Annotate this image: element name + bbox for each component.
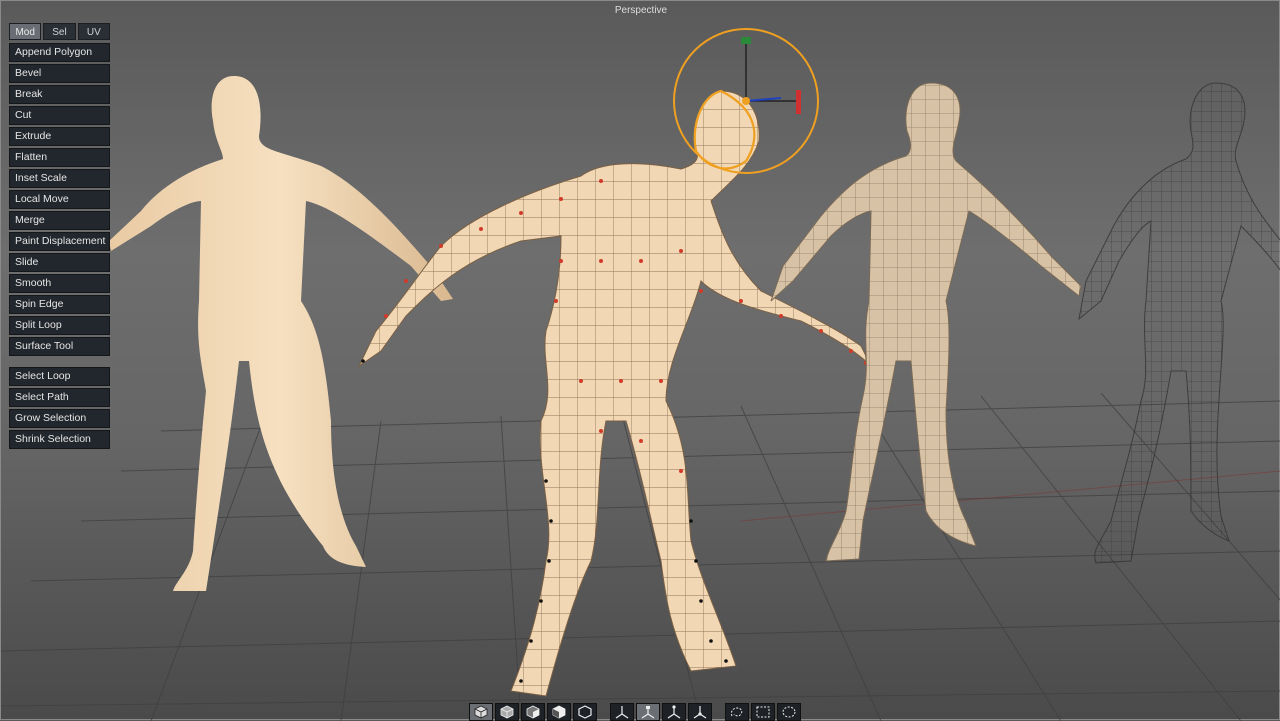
- split-loop-button[interactable]: Split Loop: [9, 316, 110, 335]
- merge-button[interactable]: Merge: [9, 211, 110, 230]
- tab-uv[interactable]: UV: [77, 23, 110, 40]
- tool-panel: Mod Sel UV Append Polygon Bevel Break Cu…: [9, 23, 110, 451]
- paint-displacement-button[interactable]: Paint Displacement: [9, 232, 110, 251]
- mode-tabs: Mod Sel UV: [9, 23, 110, 40]
- append-polygon-button[interactable]: Append Polygon: [9, 43, 110, 62]
- transform-mode-group: [610, 703, 712, 721]
- cut-button[interactable]: Cut: [9, 106, 110, 125]
- mesh-figure-selected: [357, 89, 872, 697]
- wireframe-figure: [1078, 82, 1280, 564]
- select-mode-group: [725, 703, 801, 721]
- extrude-button[interactable]: Extrude: [9, 127, 110, 146]
- move-gizmo-icon[interactable]: [610, 703, 634, 721]
- flat-cube-icon[interactable]: [547, 703, 571, 721]
- break-button[interactable]: Break: [9, 85, 110, 104]
- grow-selection-button[interactable]: Grow Selection: [9, 409, 110, 428]
- local-move-button[interactable]: Local Move: [9, 190, 110, 209]
- tab-sel[interactable]: Sel: [43, 23, 76, 40]
- rect-select-icon[interactable]: [751, 703, 775, 721]
- outline-cube-icon[interactable]: [573, 703, 597, 721]
- surface-tool-button[interactable]: Surface Tool: [9, 337, 110, 356]
- flatten-button[interactable]: Flatten: [9, 148, 110, 167]
- shading-mode-group: [469, 703, 597, 721]
- rotate-gizmo-icon[interactable]: [636, 703, 660, 721]
- lasso-select-icon[interactable]: [725, 703, 749, 721]
- scene-models: [109, 28, 1280, 697]
- circle-select-icon[interactable]: [777, 703, 801, 721]
- select-loop-button[interactable]: Select Loop: [9, 367, 110, 386]
- bottom-toolbar: [469, 703, 811, 721]
- inset-scale-button[interactable]: Inset Scale: [9, 169, 110, 188]
- slide-button[interactable]: Slide: [9, 253, 110, 272]
- universal-gizmo-icon[interactable]: [688, 703, 712, 721]
- half-shaded-cube-icon[interactable]: [521, 703, 545, 721]
- smooth-button[interactable]: Smooth: [9, 274, 110, 293]
- smooth-figure: [109, 76, 453, 591]
- wire-cube-icon[interactable]: [495, 703, 519, 721]
- bevel-button[interactable]: Bevel: [9, 64, 110, 83]
- select-path-button[interactable]: Select Path: [9, 388, 110, 407]
- perspective-viewport[interactable]: Perspective Mod Sel UV Append Polygon Be…: [0, 0, 1280, 721]
- shaded-cube-icon[interactable]: [469, 703, 493, 721]
- spin-edge-button[interactable]: Spin Edge: [9, 295, 110, 314]
- scale-gizmo-icon[interactable]: [662, 703, 686, 721]
- tab-mod[interactable]: Mod: [9, 23, 42, 40]
- shrink-selection-button[interactable]: Shrink Selection: [9, 430, 110, 449]
